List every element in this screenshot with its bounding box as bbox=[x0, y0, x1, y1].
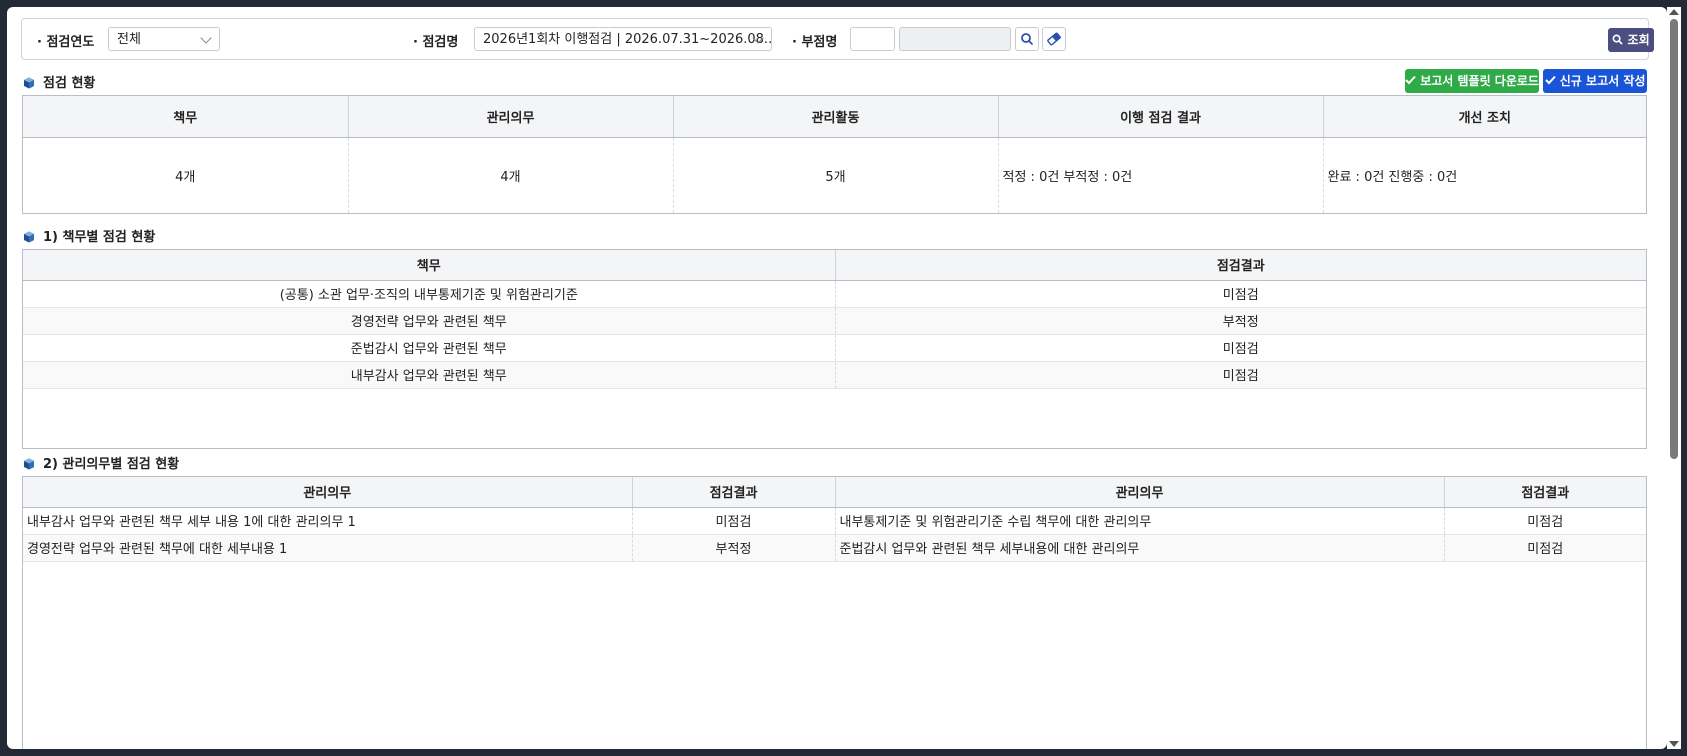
scrollbar-thumb[interactable] bbox=[1670, 19, 1678, 459]
chevron-down-icon bbox=[200, 32, 212, 44]
duty-name: 준법감시 업무와 관련된 책무 bbox=[23, 334, 836, 362]
search-icon bbox=[1021, 33, 1033, 45]
inspection-name-value: 2026년1회차 이행점검 | 2026.07.31~2026.08.... bbox=[483, 32, 772, 47]
obligation-name: 내부감사 업무와 관련된 책무 세부 내용 1에 대한 관리의무 1 bbox=[23, 507, 633, 535]
check-icon bbox=[1544, 75, 1556, 85]
obligation-name: 준법감시 업무와 관련된 책무 세부내용에 대한 관리의무 bbox=[835, 534, 1445, 562]
search-button-label: 조회 bbox=[1627, 33, 1650, 47]
status-improvement-summary: 완료 : 0건 진행중 : 0건 bbox=[1327, 169, 1458, 185]
status-header-duty: 책무 bbox=[23, 96, 349, 138]
department-search-button[interactable] bbox=[1015, 27, 1039, 51]
obligations-section-title: 2) 관리의무별 점검 현황 bbox=[23, 453, 179, 472]
table-row[interactable]: 준법감시 업무와 관련된 책무 미점검 bbox=[23, 334, 1646, 362]
duty-result: 미점검 bbox=[835, 280, 1646, 308]
table-row[interactable]: 경영전략 업무와 관련된 책무 부적정 bbox=[23, 307, 1646, 335]
status-value-row: 4개 4개 5개 적정 : 0건 부적정 : 0건 완료 : 0건 진행중 : … bbox=[23, 137, 1646, 213]
duty-name: (공통) 소관 업무·조직의 내부통제기준 및 위험관리기준 bbox=[23, 280, 836, 308]
status-table-box: 책무 관리의무 관리활동 이행 점검 결과 개선 조치 4개 4개 5개 적정 … bbox=[22, 95, 1647, 214]
duties-section-title: 1) 책무별 점검 현황 bbox=[23, 226, 155, 245]
search-button[interactable]: 조회 bbox=[1608, 28, 1654, 52]
obligation-name: 내부통제기준 및 위험관리기준 수립 책무에 대한 관리의무 bbox=[835, 507, 1445, 535]
table-row[interactable]: 내부감사 업무와 관련된 책무 세부 내용 1에 대한 관리의무 1 미점검 내… bbox=[23, 507, 1646, 535]
duties-table: 책무 점검결과 (공통) 소관 업무·조직의 내부통제기준 및 위험관리기준 미… bbox=[23, 250, 1646, 389]
status-obligation-count: 4개 bbox=[348, 137, 674, 213]
obligations-header-obligation-1: 관리의무 bbox=[23, 477, 633, 508]
cube-icon bbox=[24, 458, 34, 470]
obligations-header-row: 관리의무 점검결과 관리의무 점검결과 bbox=[23, 477, 1646, 508]
obligations-header-result-2: 점검결과 bbox=[1444, 477, 1646, 508]
obligations-header-result-1: 점검결과 bbox=[632, 477, 836, 508]
scroll-down-icon[interactable] bbox=[1669, 741, 1679, 747]
obligation-result: 부적정 bbox=[632, 534, 836, 562]
department-name-input[interactable] bbox=[899, 27, 1011, 51]
cube-icon bbox=[24, 231, 34, 243]
download-template-label: 보고서 템플릿 다운로드 bbox=[1420, 74, 1539, 88]
status-table: 책무 관리의무 관리활동 이행 점검 결과 개선 조치 4개 4개 5개 적정 … bbox=[23, 96, 1646, 213]
status-result-summary: 적정 : 0건 부적정 : 0건 bbox=[998, 137, 1324, 213]
status-header-obligation: 관리의무 bbox=[348, 96, 674, 138]
main-window: · 점검연도 전체 · 점검명 2026년1회차 이행점검 | 2026.07.… bbox=[7, 7, 1667, 749]
inspection-name-label: · 점검명 bbox=[413, 35, 459, 50]
duty-name: 내부감사 업무와 관련된 책무 bbox=[23, 361, 836, 389]
status-header-improvement: 개선 조치 bbox=[1323, 96, 1646, 138]
year-select[interactable]: 전체 bbox=[108, 27, 220, 51]
obligation-result: 미점검 bbox=[1444, 534, 1646, 562]
new-report-label: 신규 보고서 작성 bbox=[1559, 74, 1646, 88]
table-row[interactable]: 내부감사 업무와 관련된 책무 미점검 bbox=[23, 361, 1646, 389]
obligation-result: 미점검 bbox=[632, 507, 836, 535]
status-activity-count: 5개 bbox=[673, 137, 999, 213]
duties-table-box: 책무 점검결과 (공통) 소관 업무·조직의 내부통제기준 및 위험관리기준 미… bbox=[22, 249, 1647, 449]
table-row[interactable]: (공통) 소관 업무·조직의 내부통제기준 및 위험관리기준 미점검 bbox=[23, 280, 1646, 308]
department-code-input[interactable] bbox=[850, 27, 895, 51]
new-report-button[interactable]: 신규 보고서 작성 bbox=[1543, 69, 1647, 93]
year-select-value: 전체 bbox=[117, 32, 141, 47]
obligations-header-obligation-2: 관리의무 bbox=[835, 477, 1445, 508]
year-label: · 점검연도 bbox=[37, 35, 95, 50]
duties-header-row: 책무 점검결과 bbox=[23, 250, 1646, 281]
obligation-name: 경영전략 업무와 관련된 책무에 대한 세부내용 1 bbox=[23, 534, 633, 562]
inspection-name-select[interactable]: 2026년1회차 이행점검 | 2026.07.31~2026.08.... bbox=[474, 27, 772, 51]
eraser-icon bbox=[1047, 32, 1061, 46]
status-duty-count: 4개 bbox=[23, 137, 349, 213]
status-section-title: 점검 현황 bbox=[23, 72, 95, 91]
search-icon bbox=[1612, 34, 1623, 45]
duty-result: 미점검 bbox=[835, 334, 1646, 362]
obligations-table: 관리의무 점검결과 관리의무 점검결과 내부감사 업무와 관련된 책무 세부 내… bbox=[23, 477, 1646, 562]
duties-title-text: 1) 책무별 점검 현황 bbox=[43, 230, 156, 245]
vertical-scrollbar[interactable] bbox=[1667, 7, 1681, 749]
download-template-button[interactable]: 보고서 템플릿 다운로드 bbox=[1405, 69, 1539, 93]
obligations-table-box: 관리의무 점검결과 관리의무 점검결과 내부감사 업무와 관련된 책무 세부 내… bbox=[22, 476, 1647, 749]
status-header-result: 이행 점검 결과 bbox=[998, 96, 1324, 138]
scroll-up-icon[interactable] bbox=[1669, 9, 1679, 15]
duty-name: 경영전략 업무와 관련된 책무 bbox=[23, 307, 836, 335]
department-clear-button[interactable] bbox=[1042, 27, 1066, 51]
status-header-row: 책무 관리의무 관리활동 이행 점검 결과 개선 조치 bbox=[23, 96, 1646, 138]
department-label: · 부점명 bbox=[792, 35, 838, 50]
duties-header-result: 점검결과 bbox=[835, 250, 1646, 281]
duties-header-duty: 책무 bbox=[23, 250, 836, 281]
duty-result: 미점검 bbox=[835, 361, 1646, 389]
search-panel: · 점검연도 전체 · 점검명 2026년1회차 이행점검 | 2026.07.… bbox=[21, 18, 1654, 60]
status-header-activity: 관리활동 bbox=[673, 96, 999, 138]
table-row[interactable]: 경영전략 업무와 관련된 책무에 대한 세부내용 1 부적정 준법감시 업무와 … bbox=[23, 534, 1646, 562]
cube-icon bbox=[24, 77, 34, 89]
status-title-text: 점검 현황 bbox=[43, 76, 96, 91]
check-icon bbox=[1405, 75, 1416, 85]
obligation-result: 미점검 bbox=[1444, 507, 1646, 535]
obligations-title-text: 2) 관리의무별 점검 현황 bbox=[43, 457, 180, 472]
duty-result: 부적정 bbox=[835, 307, 1646, 335]
